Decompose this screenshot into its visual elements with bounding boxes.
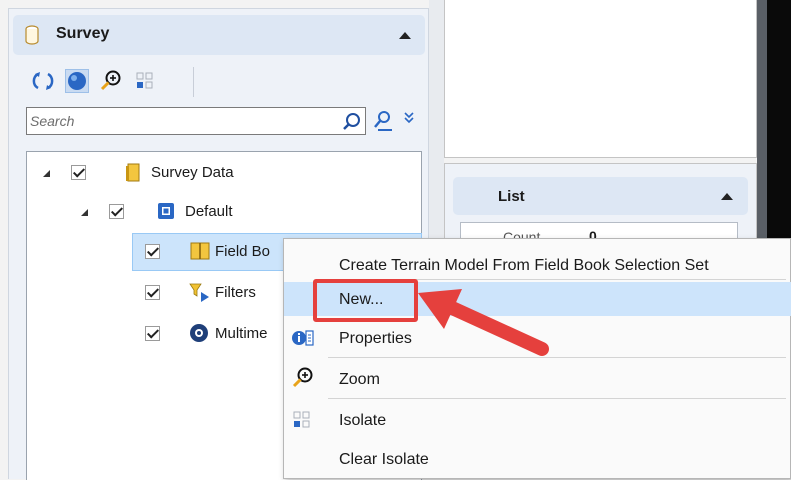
survey-data-icon	[125, 163, 141, 186]
isolate-icon[interactable]	[133, 69, 157, 93]
tree-label: Default	[185, 203, 233, 220]
survey-toolbar	[31, 65, 211, 99]
expand-options-icon[interactable]	[403, 111, 415, 128]
multimedia-icon	[189, 323, 209, 346]
refresh-icon[interactable]	[31, 69, 55, 93]
tree-label: Survey Data	[151, 164, 234, 181]
isolate-icon	[291, 409, 313, 431]
annotation-arrow-icon	[418, 289, 549, 356]
menu-item-label: Properties	[339, 330, 412, 347]
survey-panel-header[interactable]: Survey	[13, 15, 425, 55]
tree-item-default[interactable]: Default	[27, 195, 421, 229]
menu-item-label: Zoom	[339, 371, 380, 388]
annotation-highlight-box	[313, 279, 418, 322]
list-panel-header[interactable]: List	[453, 177, 748, 215]
checkbox-default[interactable]	[109, 204, 124, 219]
panel-title: Survey	[56, 25, 110, 42]
filter-icon	[189, 282, 211, 305]
collapse-arrow-icon[interactable]	[43, 170, 50, 177]
search-person-icon[interactable]	[372, 110, 394, 135]
menu-item-create-terrain-model[interactable]: Create Terrain Model From Field Book Sel…	[284, 248, 791, 282]
tree-label: Filters	[215, 284, 256, 301]
globe-button[interactable]	[65, 69, 89, 93]
checkbox-field-book[interactable]	[145, 244, 160, 259]
checkbox-multimedia[interactable]	[145, 326, 160, 341]
default-icon	[157, 202, 175, 223]
tree-label: Field Bo	[215, 243, 271, 260]
tree-item-survey-data[interactable]: Survey Data	[27, 156, 421, 190]
menu-item-zoom[interactable]: Zoom	[284, 362, 791, 396]
database-icon	[25, 25, 39, 48]
menu-separator	[328, 398, 786, 399]
collapse-icon[interactable]	[399, 32, 411, 39]
view-area-top	[444, 0, 757, 158]
field-book-icon	[189, 241, 211, 264]
menu-item-label: Create Terrain Model From Field Book Sel…	[339, 257, 709, 274]
menu-item-label: Isolate	[339, 412, 387, 429]
menu-item-isolate[interactable]: Isolate	[284, 403, 791, 437]
search-placeholder: Search	[30, 113, 75, 129]
checkbox-survey-data[interactable]	[71, 165, 86, 180]
collapse-arrow-icon[interactable]	[81, 209, 88, 216]
collapse-icon[interactable]	[721, 193, 733, 200]
globe-icon	[68, 72, 86, 90]
toolbar-separator	[193, 67, 194, 97]
search-icon[interactable]	[342, 112, 362, 135]
search-input[interactable]: Search	[26, 107, 366, 135]
checkbox-filters[interactable]	[145, 285, 160, 300]
zoom-icon[interactable]	[99, 69, 123, 93]
menu-item-label: Clear Isolate	[339, 451, 429, 468]
tree-label: Multime	[215, 325, 268, 342]
zoom-icon	[291, 366, 313, 388]
list-title: List	[498, 188, 525, 205]
menu-item-clear-isolate[interactable]: Clear Isolate	[284, 442, 791, 476]
properties-icon	[291, 327, 314, 349]
